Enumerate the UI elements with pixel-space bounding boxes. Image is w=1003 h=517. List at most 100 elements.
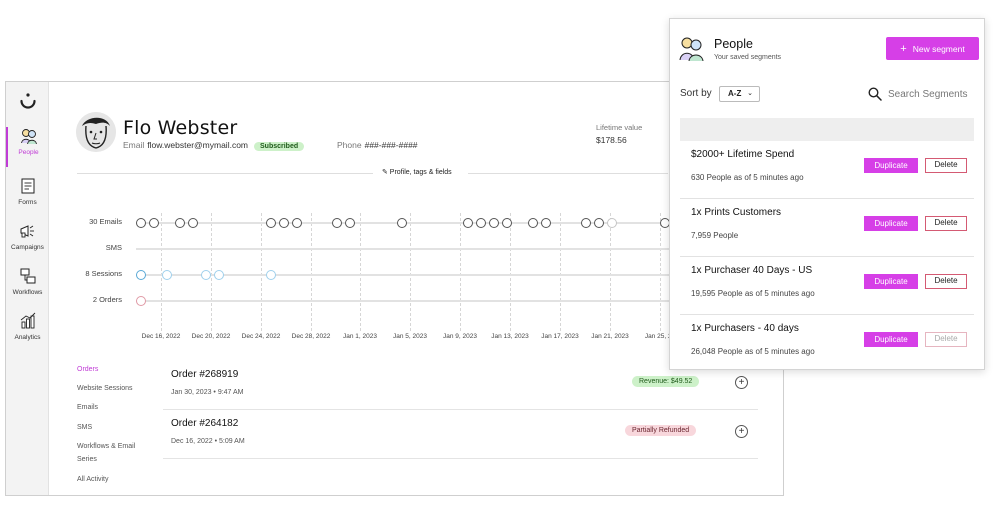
- timeline-event-dot[interactable]: [345, 218, 355, 228]
- timeline-track-orders: [136, 300, 676, 302]
- tab-all-activity[interactable]: All Activity: [77, 473, 109, 486]
- duplicate-button[interactable]: Duplicate: [864, 332, 918, 347]
- timeline-event-dot[interactable]: [541, 218, 551, 228]
- timeline-event-dot[interactable]: [397, 218, 407, 228]
- duplicate-button[interactable]: Duplicate: [864, 274, 918, 289]
- timeline-gridline: [660, 213, 661, 331]
- timeline-gridline: [560, 213, 561, 331]
- segment-row[interactable]: 1x Purchasers - 40 days 26,048 People as…: [680, 315, 974, 369]
- timeline-row-label: 8 Sessions: [85, 269, 122, 278]
- timeline-date-label: Jan 13, 2023: [491, 333, 529, 340]
- segment-name: 1x Purchasers - 40 days: [691, 323, 799, 334]
- timeline-row-label: SMS: [105, 243, 122, 252]
- segment-name: 1x Purchaser 40 Days - US: [691, 265, 813, 276]
- refund-status-badge: Partially Refunded: [625, 425, 697, 436]
- timeline-gridline: [261, 213, 262, 331]
- order-title: Order #264182: [171, 418, 239, 429]
- timeline-event-dot[interactable]: [266, 218, 276, 228]
- delete-button[interactable]: Delete: [925, 332, 967, 347]
- order-date: Dec 16, 2022 • 5:09 AM: [171, 438, 245, 445]
- timeline-date-label: Jan 1, 2023: [343, 333, 377, 340]
- timeline-event-dot[interactable]: [188, 218, 198, 228]
- sort-value: A-Z: [728, 89, 742, 98]
- segment-count: 19,595 People as of 5 minutes ago: [691, 289, 815, 298]
- timeline-event-dot[interactable]: [136, 218, 146, 228]
- sort-label: Sort by: [680, 88, 712, 99]
- lifetime-value-label: Lifetime value: [596, 123, 643, 132]
- email-label: Email: [123, 140, 145, 150]
- smile-logo-icon: [20, 93, 36, 109]
- timeline-event-dot[interactable]: [607, 218, 617, 228]
- tab-sms[interactable]: SMS: [77, 421, 92, 434]
- timeline-session-dot[interactable]: [136, 270, 146, 280]
- timeline-event-dot[interactable]: [279, 218, 289, 228]
- profile-tags-fields-link[interactable]: ✎ Profile, tags & fields: [378, 168, 456, 176]
- tab-orders[interactable]: Orders: [77, 363, 98, 376]
- timeline-gridline: [460, 213, 461, 331]
- search-icon[interactable]: [868, 87, 882, 101]
- timeline-event-dot[interactable]: [502, 218, 512, 228]
- segment-name: 1x Prints Customers: [691, 207, 782, 218]
- new-segment-button[interactable]: + New segment: [886, 37, 979, 60]
- timeline-event-dot[interactable]: [581, 218, 591, 228]
- timeline-gridline: [211, 213, 212, 331]
- timeline-session-dot[interactable]: [201, 270, 211, 280]
- duplicate-button[interactable]: Duplicate: [864, 216, 918, 231]
- sidebar-item-people[interactable]: People: [6, 127, 49, 167]
- timeline-gridline: [360, 213, 361, 331]
- lifetime-value: $178.56: [596, 135, 627, 145]
- list-header-bar: [680, 118, 974, 141]
- tab-emails[interactable]: Emails: [77, 401, 98, 414]
- email-value: flow.webster@mymail.com: [147, 140, 248, 150]
- timeline-event-dot[interactable]: [149, 218, 159, 228]
- timeline-date-label: Jan 17, 2023: [541, 333, 579, 340]
- timeline-track-sms: [136, 248, 676, 250]
- phone-value: ###-###-####: [364, 140, 418, 150]
- tab-workflows-email-series-line2[interactable]: Series: [77, 453, 97, 466]
- timeline-event-dot[interactable]: [332, 218, 342, 228]
- timeline-row-label: 30 Emails: [89, 217, 122, 226]
- segment-row[interactable]: $2000+ Lifetime Spend 630 People as of 5…: [680, 141, 974, 199]
- timeline-event-dot[interactable]: [292, 218, 302, 228]
- timeline-date-label: Dec 20, 2022: [191, 333, 231, 340]
- expand-order-button[interactable]: +: [735, 376, 748, 389]
- segment-count: 7,959 People: [691, 231, 739, 240]
- timeline-gridline: [311, 213, 312, 331]
- timeline-session-dot[interactable]: [162, 270, 172, 280]
- tab-workflows-email-series[interactable]: Workflows & Email: [77, 440, 135, 453]
- timeline-event-dot[interactable]: [175, 218, 185, 228]
- timeline-event-dot[interactable]: [463, 218, 473, 228]
- timeline-session-dot[interactable]: [214, 270, 224, 280]
- delete-button[interactable]: Delete: [925, 158, 967, 173]
- profile-name: Flo Webster: [123, 117, 238, 139]
- segment-count: 630 People as of 5 minutes ago: [691, 173, 804, 182]
- panel-title: People: [714, 37, 753, 51]
- timeline-event-dot[interactable]: [528, 218, 538, 228]
- segment-row[interactable]: 1x Purchaser 40 Days - US 19,595 People …: [680, 257, 974, 315]
- people-segments-panel: People Your saved segments + New segment…: [669, 18, 985, 370]
- segment-row[interactable]: 1x Prints Customers 7,959 People Duplica…: [680, 199, 974, 257]
- face-illustration-icon: [76, 112, 116, 152]
- divider: [468, 173, 668, 174]
- duplicate-button[interactable]: Duplicate: [864, 158, 918, 173]
- timeline-event-dot[interactable]: [594, 218, 604, 228]
- order-date: Jan 30, 2023 • 9:47 AM: [171, 389, 244, 396]
- avatar: [76, 112, 116, 152]
- phone-row: Phone ###-###-####: [337, 140, 418, 150]
- people-icon: [679, 37, 704, 62]
- search-segments-input[interactable]: [888, 86, 980, 102]
- tab-website-sessions[interactable]: Website Sessions: [77, 382, 133, 395]
- sidebar-item-label: People: [18, 149, 39, 156]
- order-title: Order #268919: [171, 369, 239, 380]
- chevron-down-icon: ⌄: [747, 90, 753, 97]
- timeline-order-dot[interactable]: [136, 296, 146, 306]
- sort-select[interactable]: A-Z ⌄: [719, 86, 760, 102]
- delete-button[interactable]: Delete: [925, 274, 967, 289]
- timeline-session-dot[interactable]: [266, 270, 276, 280]
- segment-count: 26,048 People as of 5 minutes ago: [691, 347, 815, 356]
- timeline-event-dot[interactable]: [476, 218, 486, 228]
- timeline-event-dot[interactable]: [489, 218, 499, 228]
- order-row[interactable]: Order #264182 Dec 16, 2022 • 5:09 AM Par…: [163, 411, 758, 459]
- delete-button[interactable]: Delete: [925, 216, 967, 231]
- expand-order-button[interactable]: +: [735, 425, 748, 438]
